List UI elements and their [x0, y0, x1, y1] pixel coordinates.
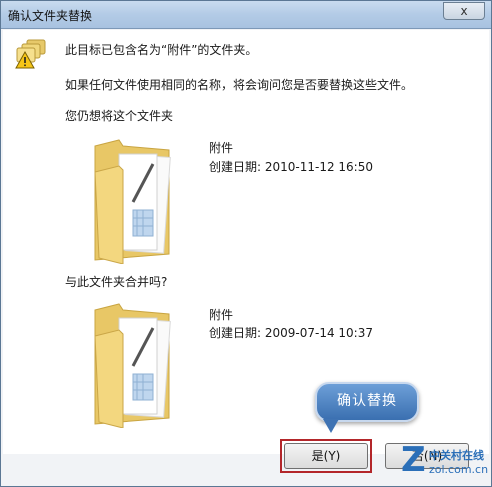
close-icon: x — [460, 4, 468, 18]
annotation-callout: 确认替换 — [315, 382, 419, 422]
target-folder-created: 创建日期: 2009-07-14 10:37 — [209, 326, 373, 340]
message-line-1: 此目标已包含名为“附件”的文件夹。 — [65, 43, 258, 57]
annotation-callout-tail — [323, 419, 339, 433]
close-button[interactable]: x — [443, 2, 485, 20]
message-line-2: 如果任何文件使用相同的名称，将会询问您是否要替换这些文件。 — [65, 78, 414, 92]
title-bar: 确认文件夹替换 x — [1, 1, 491, 29]
watermark-bottom-text: zol.com.cn — [429, 463, 489, 476]
watermark-top-text: 中关村在线 — [429, 449, 484, 462]
yes-button[interactable]: 是(Y) — [284, 443, 368, 469]
source-folder-created: 创建日期: 2010-11-12 16:50 — [209, 160, 373, 174]
zol-watermark: Z 中关村在线 zol.com.cn — [401, 440, 489, 481]
source-folder-icon — [94, 139, 171, 264]
watermark-logo: Z — [401, 440, 426, 480]
window-title: 确认文件夹替换 — [8, 9, 93, 23]
confirm-folder-replace-dialog: 确认文件夹替换 x 此目标已包含名为“附件”的文件夹。 如果任何文件使用相同的名… — [0, 0, 492, 487]
warning-folders-icon — [15, 39, 46, 69]
merge-question: 与此文件夹合并吗? — [65, 275, 168, 289]
source-folder-name: 附件 — [209, 141, 234, 155]
message-line-3: 您仍想将这个文件夹 — [65, 109, 174, 123]
target-folder-icon — [94, 303, 171, 428]
target-folder-name: 附件 — [209, 308, 234, 322]
